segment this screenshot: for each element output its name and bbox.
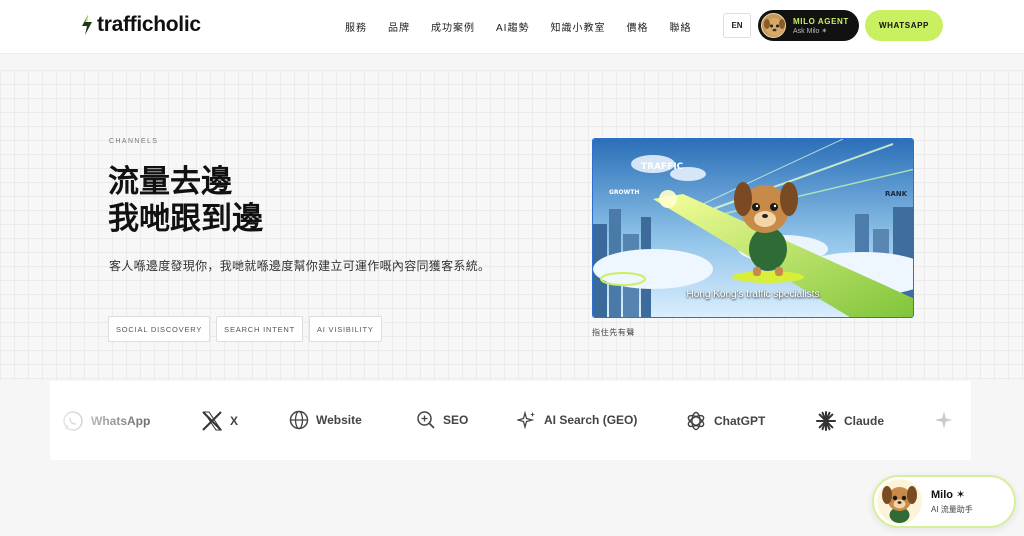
- nav-item-brands[interactable]: 品牌: [388, 19, 410, 34]
- site-header: trafficholic 服務 品牌 成功案例 AI趨勢 知識小教室 價格 聯絡…: [0, 0, 1024, 54]
- section-eyebrow: CHANNELS: [109, 138, 159, 145]
- nav-item-pricing[interactable]: 價格: [626, 19, 648, 34]
- milo-agent-button[interactable]: MILO AGENT Ask Milo ✶: [758, 10, 859, 41]
- milo-name: Milo ✶: [931, 489, 966, 501]
- headline-line-1: 流量去邊: [108, 164, 232, 199]
- tag-ai-visibility: AI VISIBILITY: [308, 316, 382, 342]
- channel-strip: WhatsApp X Website SEO AI Search (GEO) C…: [50, 381, 971, 460]
- language-button[interactable]: EN: [723, 13, 751, 38]
- channel-label: ChatGPT: [714, 414, 766, 428]
- sign-growth: GROWTH: [609, 189, 639, 196]
- channel-chatgpt: ChatGPT: [685, 410, 765, 432]
- logo-text: trafficholic: [97, 13, 201, 36]
- nav-item-ai-trends[interactable]: AI趨勢: [496, 19, 529, 34]
- whatsapp-icon: [63, 411, 83, 431]
- logo[interactable]: trafficholic: [80, 13, 201, 37]
- channel-label: SEO: [443, 413, 469, 427]
- nav-item-cases[interactable]: 成功案例: [431, 19, 475, 34]
- search-plus-icon: [417, 411, 435, 429]
- channel-ai-search: AI Search (GEO): [517, 410, 637, 430]
- nav-item-services[interactable]: 服務: [345, 19, 367, 34]
- channel-label: X: [230, 414, 239, 428]
- channel-label: AI Search (GEO): [544, 413, 638, 427]
- agent-title: MILO AGENT: [793, 16, 849, 26]
- milo-subtitle: AI 流量助手: [931, 505, 973, 514]
- chatgpt-icon: [687, 411, 705, 431]
- main-nav: 服務 品牌 成功案例 AI趨勢 知識小教室 價格 聯絡: [345, 19, 712, 34]
- video-sound-note: 指住先有聲: [592, 328, 635, 337]
- channel-claude: Claude: [815, 410, 884, 432]
- channel-seo: SEO: [416, 410, 468, 430]
- globe-icon: [289, 410, 309, 430]
- headline-line-2: 我哋跟到邊: [108, 201, 263, 236]
- channel-more: [934, 410, 954, 430]
- channel-label: Claude: [844, 414, 885, 428]
- whatsapp-button[interactable]: WHATSAPP: [865, 10, 943, 41]
- hero-headline: 流量去邊 我哋跟到邊: [108, 163, 263, 237]
- nav-item-contact[interactable]: 聯絡: [669, 19, 691, 34]
- x-logo-icon: [202, 411, 222, 431]
- sparkle-icon: [935, 411, 953, 429]
- channel-website: Website: [289, 410, 362, 430]
- hero-subline: 客人喺邊度發現你，我哋就喺邊度幫你建立可運作嘅內容同獲客系統。: [109, 259, 491, 273]
- bolt-logo-icon: [82, 15, 92, 35]
- sign-rank: RANK: [885, 190, 908, 198]
- sparkle-icon: [517, 410, 535, 430]
- video-caption: Hong Kong's traffic specialists: [686, 289, 820, 300]
- channel-tags: SOCIAL DISCOVERY SEARCH INTENT AI VISIBI…: [108, 316, 382, 342]
- agent-subtitle: Ask Milo ✶: [793, 27, 828, 35]
- sign-traffic: TRAFFIC: [641, 162, 684, 172]
- milo-avatar-icon: [761, 13, 786, 38]
- channel-label: WhatsApp: [91, 414, 151, 428]
- tag-social-discovery: SOCIAL DISCOVERY: [108, 316, 211, 342]
- channel-label: Website: [316, 413, 362, 427]
- claude-icon: [816, 411, 836, 431]
- tag-search-intent: SEARCH INTENT: [216, 316, 303, 342]
- nav-item-knowledge[interactable]: 知識小教室: [550, 19, 605, 34]
- channel-x: X: [201, 410, 238, 432]
- milo-dog-icon: [877, 479, 922, 524]
- hero-video[interactable]: TRAFFIC GROWTH RANK Hong Kong's traffic …: [592, 138, 914, 318]
- milo-chat-widget[interactable]: Milo ✶ AI 流量助手: [872, 475, 1016, 528]
- channel-whatsapp: WhatsApp: [62, 410, 150, 432]
